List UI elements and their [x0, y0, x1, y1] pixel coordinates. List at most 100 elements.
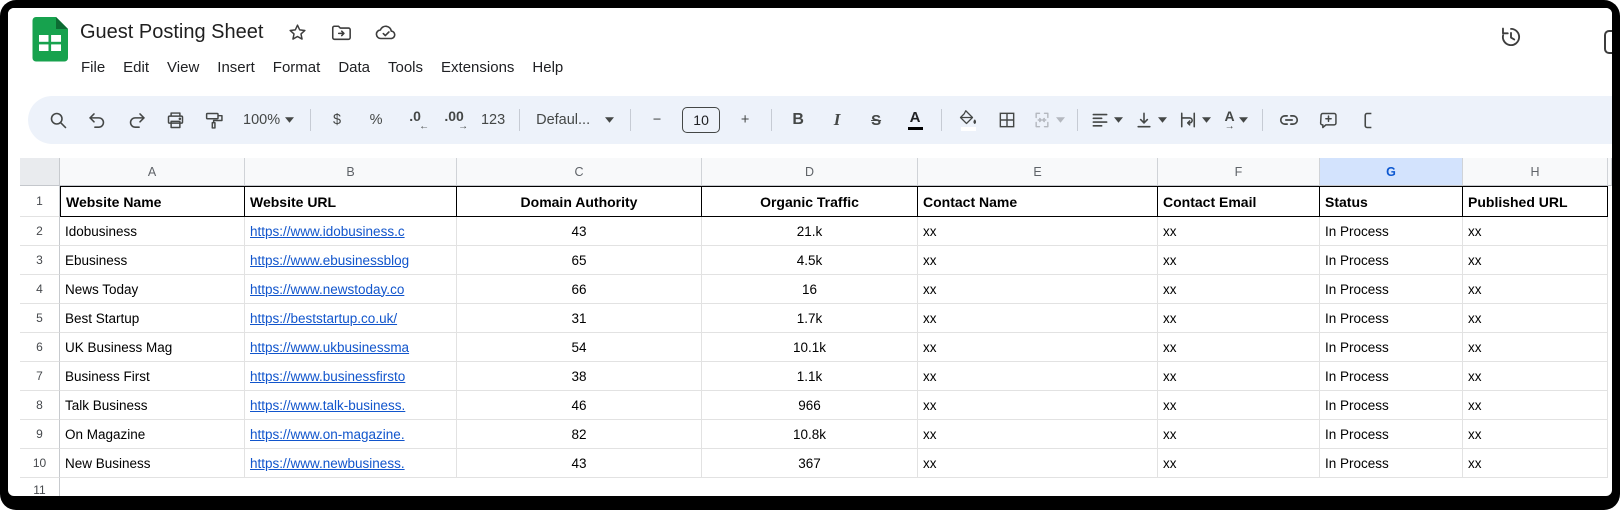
cell-D7[interactable]: 1.1k	[702, 362, 918, 391]
decrease-font-size-button[interactable]: −	[643, 105, 671, 135]
menu-extensions[interactable]: Extensions	[432, 54, 523, 81]
row-header-1[interactable]: 1	[20, 186, 60, 217]
cell-G2[interactable]: In Process	[1320, 217, 1463, 246]
menu-data[interactable]: Data	[329, 54, 379, 81]
cell-B9[interactable]: https://www.on-magazine.	[245, 420, 457, 449]
cell-D3[interactable]: 4.5k	[702, 246, 918, 275]
cell-B10[interactable]: https://www.newbusiness.	[245, 449, 457, 478]
column-header-H[interactable]: H	[1463, 158, 1608, 186]
cell-G9[interactable]: In Process	[1320, 420, 1463, 449]
cell-E8[interactable]: xx	[918, 391, 1158, 420]
cell-H7[interactable]: xx	[1463, 362, 1608, 391]
strikethrough-button[interactable]: S	[862, 105, 890, 135]
column-header-A[interactable]: A	[60, 158, 245, 186]
cell-H2[interactable]: xx	[1463, 217, 1608, 246]
cell-G5[interactable]: In Process	[1320, 304, 1463, 333]
cell-H4[interactable]: xx	[1463, 275, 1608, 304]
cell-C2[interactable]: 43	[457, 217, 702, 246]
row-header-5[interactable]: 5	[20, 304, 60, 333]
insert-link-icon[interactable]	[1275, 105, 1303, 135]
cell-F2[interactable]: xx	[1158, 217, 1320, 246]
row-header-6[interactable]: 6	[20, 333, 60, 362]
cell-F6[interactable]: xx	[1158, 333, 1320, 362]
cell-G7[interactable]: In Process	[1320, 362, 1463, 391]
menu-format[interactable]: Format	[264, 54, 330, 81]
font-size-input[interactable]: 10	[682, 107, 720, 133]
row-header-2[interactable]: 2	[20, 217, 60, 246]
cell-F8[interactable]: xx	[1158, 391, 1320, 420]
menu-help[interactable]: Help	[523, 54, 572, 81]
column-header-B[interactable]: B	[245, 158, 457, 186]
cell-H9[interactable]: xx	[1463, 420, 1608, 449]
cell-D10[interactable]: 367	[702, 449, 918, 478]
cell-F10[interactable]: xx	[1158, 449, 1320, 478]
cell-E2[interactable]: xx	[918, 217, 1158, 246]
cell-E9[interactable]: xx	[918, 420, 1158, 449]
select-all-corner[interactable]	[20, 158, 60, 186]
column-header-G[interactable]: G	[1320, 158, 1463, 186]
paint-format-icon[interactable]	[200, 105, 228, 135]
cell-E4[interactable]: xx	[918, 275, 1158, 304]
cell-D1[interactable]: Organic Traffic	[702, 186, 918, 217]
cell-E7[interactable]: xx	[918, 362, 1158, 391]
cell-D9[interactable]: 10.8k	[702, 420, 918, 449]
cell-C3[interactable]: 65	[457, 246, 702, 275]
font-family-select[interactable]: Defaul...	[532, 105, 618, 135]
star-icon[interactable]	[287, 22, 308, 43]
cell-A10[interactable]: New Business	[60, 449, 245, 478]
increase-decimal-button[interactable]: .00→	[440, 105, 468, 135]
cell-A5[interactable]: Best Startup	[60, 304, 245, 333]
cell-C8[interactable]: 46	[457, 391, 702, 420]
cell-G1[interactable]: Status	[1320, 186, 1463, 217]
row-header-3[interactable]: 3	[20, 246, 60, 275]
row-header-10[interactable]: 10	[20, 449, 60, 478]
cell-B6[interactable]: https://www.ukbusinessma	[245, 333, 457, 362]
print-icon[interactable]	[161, 105, 189, 135]
column-header-E[interactable]: E	[918, 158, 1158, 186]
cell-E3[interactable]: xx	[918, 246, 1158, 275]
cell-G3[interactable]: In Process	[1320, 246, 1463, 275]
column-header-D[interactable]: D	[702, 158, 918, 186]
cell-C7[interactable]: 38	[457, 362, 702, 391]
cell-B1[interactable]: Website URL	[245, 186, 457, 217]
cell-A6[interactable]: UK Business Mag	[60, 333, 245, 362]
cell-G6[interactable]: In Process	[1320, 333, 1463, 362]
text-rotation-button[interactable]: A→	[1222, 105, 1250, 135]
cell-C1[interactable]: Domain Authority	[457, 186, 702, 217]
cell-A2[interactable]: Idobusiness	[60, 217, 245, 246]
number-format-button[interactable]: 123	[479, 105, 507, 135]
italic-button[interactable]: I	[823, 105, 851, 135]
cell-H1[interactable]: Published URL	[1463, 186, 1608, 217]
cell-E10[interactable]: xx	[918, 449, 1158, 478]
vertical-align-button[interactable]	[1134, 105, 1167, 135]
cell-H3[interactable]: xx	[1463, 246, 1608, 275]
row-header-7[interactable]: 7	[20, 362, 60, 391]
row-header-4[interactable]: 4	[20, 275, 60, 304]
text-color-button[interactable]: A	[901, 105, 929, 135]
cell-F9[interactable]: xx	[1158, 420, 1320, 449]
redo-icon[interactable]	[122, 105, 150, 135]
column-header-C[interactable]: C	[457, 158, 702, 186]
cell-B2[interactable]: https://www.idobusiness.c	[245, 217, 457, 246]
increase-font-size-button[interactable]: +	[731, 105, 759, 135]
decrease-decimal-button[interactable]: .0←	[401, 105, 429, 135]
row-header-8[interactable]: 8	[20, 391, 60, 420]
undo-icon[interactable]	[83, 105, 111, 135]
cell-B8[interactable]: https://www.talk-business.	[245, 391, 457, 420]
cell-F3[interactable]: xx	[1158, 246, 1320, 275]
cell-C10[interactable]: 43	[457, 449, 702, 478]
menu-view[interactable]: View	[158, 54, 208, 81]
cell-H5[interactable]: xx	[1463, 304, 1608, 333]
format-percent-button[interactable]: %	[362, 105, 390, 135]
sheets-logo-icon[interactable]	[28, 16, 72, 62]
cell-C5[interactable]: 31	[457, 304, 702, 333]
cell-H10[interactable]: xx	[1463, 449, 1608, 478]
cell-A1[interactable]: Website Name	[60, 186, 245, 217]
cell-B5[interactable]: https://beststartup.co.uk/	[245, 304, 457, 333]
menu-tools[interactable]: Tools	[379, 54, 432, 81]
menu-file[interactable]: File	[72, 54, 114, 81]
format-currency-button[interactable]: $	[323, 105, 351, 135]
cell-D6[interactable]: 10.1k	[702, 333, 918, 362]
menu-insert[interactable]: Insert	[208, 54, 264, 81]
cell-A9[interactable]: On Magazine	[60, 420, 245, 449]
